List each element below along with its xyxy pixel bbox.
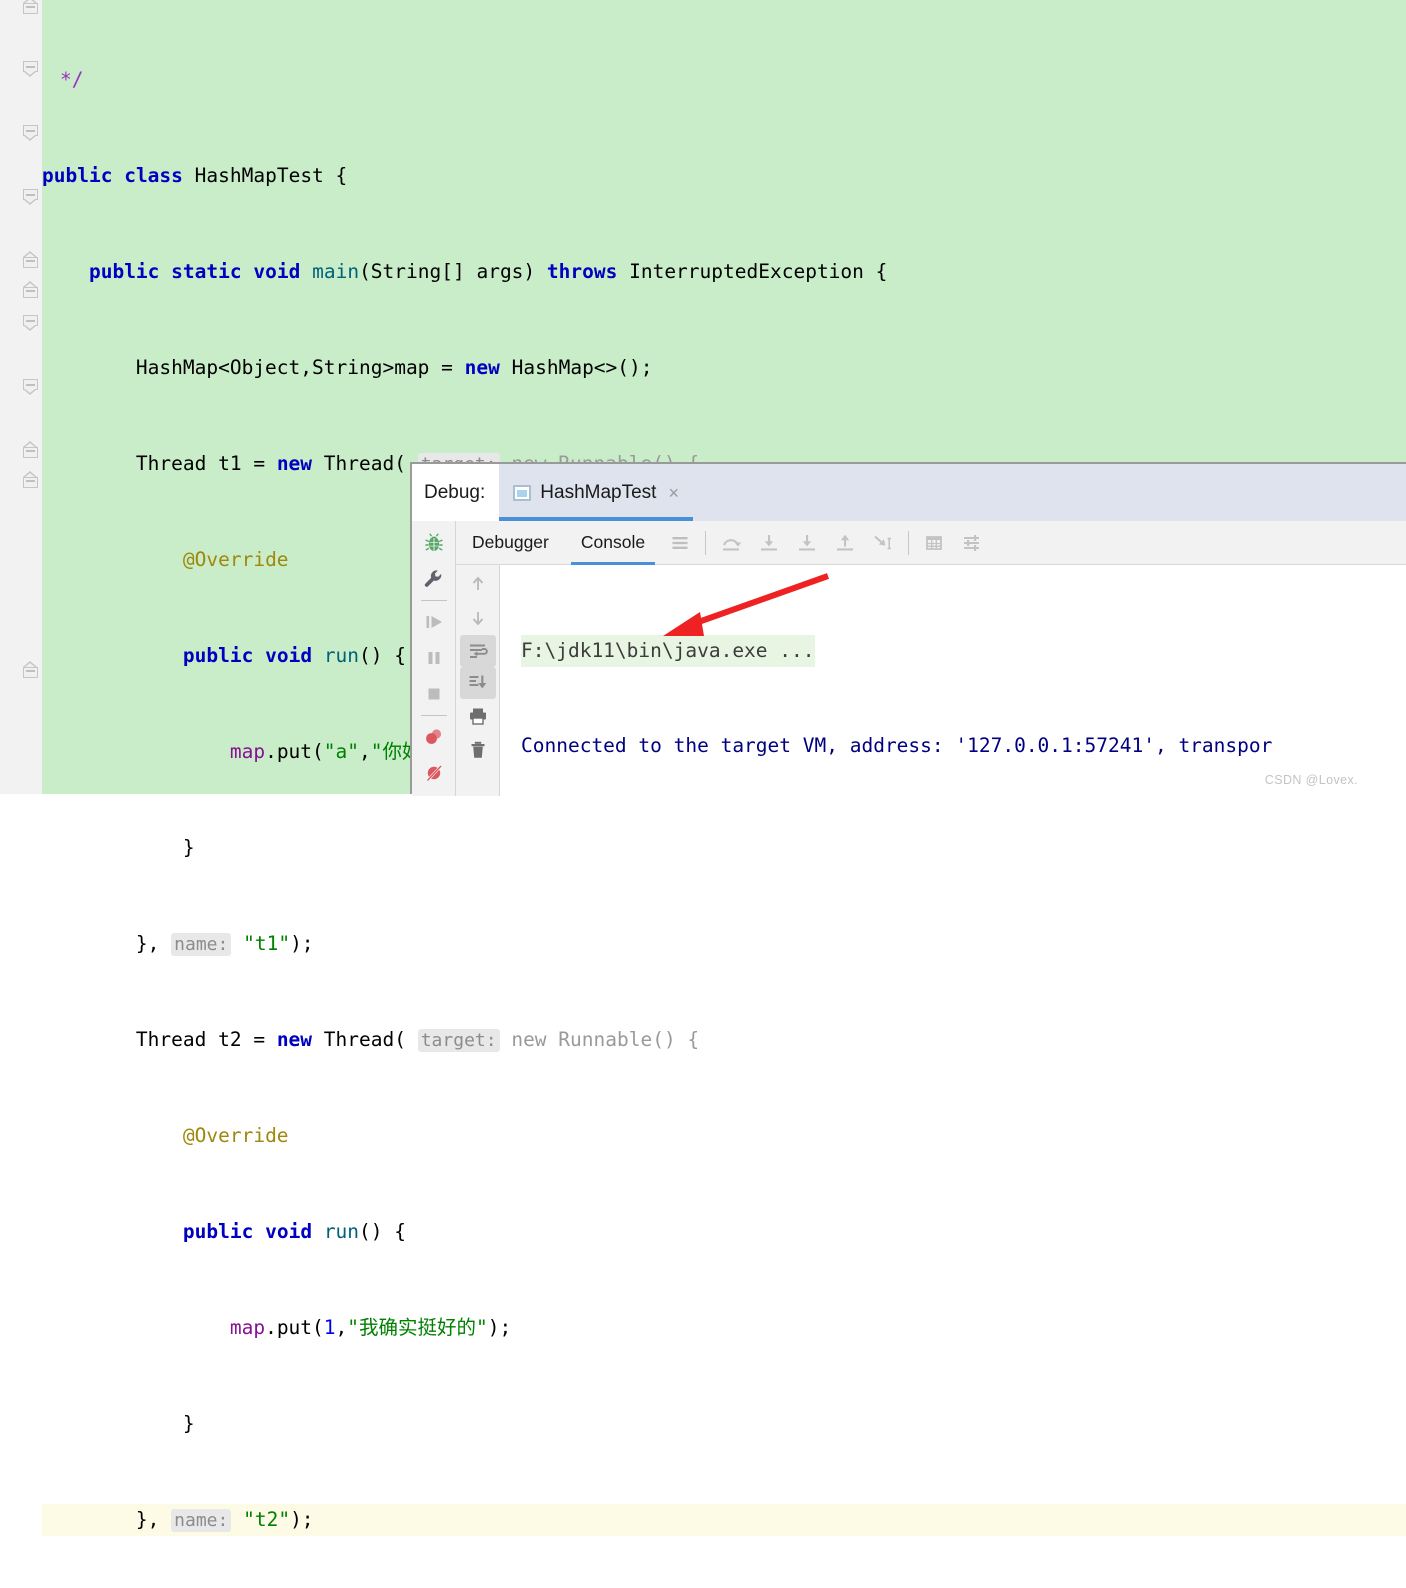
fold-marker-run-t2[interactable] [22, 378, 39, 394]
step-over-icon[interactable] [712, 524, 750, 562]
debug-run-configuration-tab[interactable]: HashMapTest × [499, 464, 693, 521]
step-into-icon[interactable] [750, 524, 788, 562]
stop-icon[interactable] [414, 676, 454, 712]
code-line[interactable]: HashMap<Object,String>map = new HashMap<… [42, 352, 1406, 384]
console-output[interactable]: F:\jdk11\bin\java.exe ... Connected to t… [501, 566, 1406, 796]
fold-marker-anon-t1-end[interactable] [22, 286, 39, 302]
hamburger-menu-icon[interactable] [661, 524, 699, 562]
fold-marker-anon-t2[interactable] [22, 314, 39, 330]
scroll-to-end-icon[interactable] [460, 667, 496, 699]
code-token-comment: */ [60, 68, 83, 91]
debug-body: Debugger Console [412, 521, 1406, 796]
window-icon [513, 485, 531, 501]
debug-left-toolbar[interactable] [412, 521, 456, 796]
mute-breakpoints-icon[interactable] [414, 755, 454, 791]
scroll-up-icon[interactable] [458, 567, 498, 601]
clear-all-icon[interactable] [458, 733, 498, 767]
fold-marker-comment[interactable] [22, 2, 39, 18]
fold-marker-run-t1[interactable] [22, 188, 39, 204]
inlay-hint-name: name: [171, 933, 231, 956]
code-line[interactable]: public void run() { [42, 1216, 1406, 1248]
evaluate-expression-icon[interactable] [915, 524, 953, 562]
code-token-annotation: @Override [183, 548, 289, 571]
debug-titlebar: Debug: HashMapTest × [412, 464, 1406, 521]
debug-tabs-row[interactable]: Debugger Console [456, 521, 1406, 565]
view-breakpoints-icon[interactable] [414, 719, 454, 755]
fold-marker-class[interactable] [22, 60, 39, 76]
debug-tool-window[interactable]: Debug: HashMapTest × [410, 462, 1406, 794]
toolbar-divider [908, 531, 909, 555]
code-line[interactable]: public static void main(String[] args) t… [42, 256, 1406, 288]
fold-marker-anon-t2-end[interactable] [22, 476, 39, 492]
code-line[interactable]: map.put(1,"我确实挺好的"); [42, 1312, 1406, 1344]
wrench-icon[interactable] [414, 561, 454, 597]
watermark: CSDN @Lovex. [1265, 773, 1358, 787]
soft-wrap-icon[interactable] [460, 635, 496, 667]
editor-line-number-gutter[interactable] [0, 0, 22, 794]
console-line: F:\jdk11\bin\java.exe ... [521, 635, 1406, 667]
step-out-icon[interactable] [826, 524, 864, 562]
tab-console[interactable]: Console [565, 521, 661, 565]
tab-debugger[interactable]: Debugger [456, 521, 565, 565]
code-line[interactable]: }, name: "t1"); [42, 928, 1406, 960]
run-to-cursor-icon[interactable] [864, 524, 902, 562]
toolbar-divider [705, 531, 706, 555]
console-line-system: F:\jdk11\bin\java.exe ... [521, 635, 815, 667]
console-toolbar[interactable] [456, 565, 500, 796]
resume-program-icon[interactable] [414, 604, 454, 640]
run-tab-label: HashMapTest [540, 482, 656, 504]
fold-marker-method-main[interactable] [22, 124, 39, 140]
fold-marker-run-t1-end[interactable] [22, 256, 39, 272]
fold-marker-run-t2-end[interactable] [22, 446, 39, 462]
code-line[interactable]: public class HashMapTest { [42, 160, 1406, 192]
toolbar-divider [421, 715, 447, 716]
code-line[interactable]: Thread t2 = new Thread( target: new Runn… [42, 1024, 1406, 1056]
debug-window-label: Debug: [412, 464, 499, 521]
toolbar-divider [421, 600, 447, 601]
fold-marker-main-end[interactable] [22, 666, 39, 682]
console-line: Connected to the target VM, address: '12… [521, 730, 1406, 762]
print-icon[interactable] [458, 699, 498, 733]
code-line[interactable]: @Override [42, 1120, 1406, 1152]
settings-icon[interactable] [953, 524, 991, 562]
code-line-current[interactable]: }, name: "t2"); [42, 1504, 1406, 1536]
scroll-down-icon[interactable] [458, 601, 498, 635]
inlay-hint-name: name: [171, 1509, 231, 1532]
code-line[interactable]: } [42, 1408, 1406, 1440]
code-line[interactable]: */ [42, 64, 1406, 96]
code-token-annotation: @Override [183, 1124, 289, 1147]
pause-program-icon[interactable] [414, 640, 454, 676]
bug-icon[interactable] [414, 525, 454, 561]
force-step-into-icon[interactable] [788, 524, 826, 562]
close-icon[interactable]: × [668, 484, 679, 502]
inlay-hint-target: target: [418, 1029, 500, 1052]
code-line[interactable]: } [42, 832, 1406, 864]
